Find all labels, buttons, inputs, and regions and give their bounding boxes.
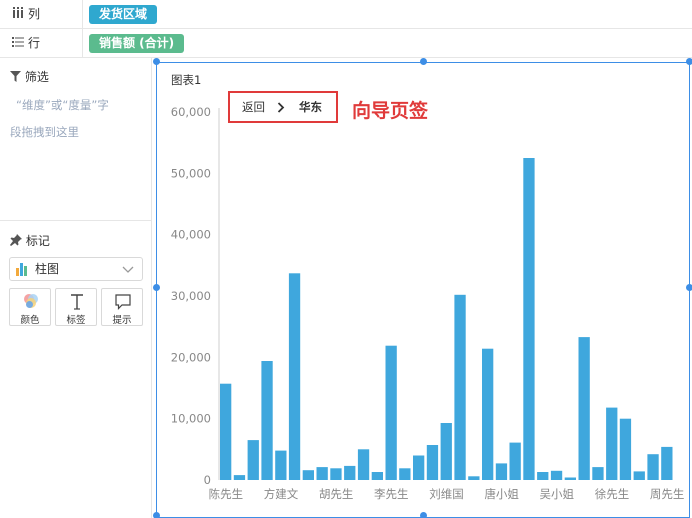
marks-section-title: 标记: [10, 232, 50, 249]
column-bars-icon: [12, 0, 28, 29]
bar: [509, 442, 521, 480]
resize-handle[interactable]: [420, 58, 427, 65]
x-tick-label: 胡先生: [319, 487, 354, 500]
back-link[interactable]: 返回: [242, 93, 265, 121]
tooltip-icon: [115, 294, 131, 310]
bar: [316, 467, 328, 480]
chevron-right-icon: [277, 102, 285, 113]
bar: [550, 470, 563, 480]
text-label-icon: [71, 294, 83, 310]
bar: [247, 440, 259, 480]
filter-funnel-icon: [10, 71, 21, 82]
chevron-down-icon: [122, 266, 134, 273]
bar: [371, 472, 383, 480]
bar-chart-icon: [16, 263, 27, 276]
bar: [564, 477, 576, 480]
bar: [523, 158, 535, 480]
x-tick-label: 徐先生: [595, 487, 630, 500]
filter-section-title: 筛选: [10, 68, 49, 85]
bar: [385, 345, 397, 480]
shelf-divider: [82, 0, 83, 29]
bar: [661, 446, 673, 480]
color-palette-icon: [24, 294, 38, 308]
column-shelf-text: 列: [28, 7, 41, 21]
label-button[interactable]: 标签: [55, 288, 97, 326]
x-tick-label: 唐小姐: [484, 487, 519, 500]
bar: [606, 407, 618, 480]
color-button-label: 颜色: [20, 315, 40, 326]
bar: [440, 423, 452, 480]
left-pane: 筛选 “维度”或“度量”字 段拖拽到这里 标记 柱图 颜色 标签 提示: [0, 58, 152, 518]
row-field-pill[interactable]: 销售额 (合计): [89, 34, 185, 53]
bar: [633, 471, 645, 480]
y-tick-label: 10,000: [171, 412, 211, 426]
pin-icon: [10, 234, 22, 246]
bar: [619, 418, 632, 480]
bar-chart: 0 10,000 20,000 30,000 40,000 50,000 60,000 陈先生…: [171, 105, 685, 500]
bar: [288, 273, 301, 480]
bar: [426, 445, 439, 480]
drill-navigator: 返回 华东: [228, 91, 338, 123]
y-tick-label: 20,000: [171, 350, 211, 364]
y-tick-label: 30,000: [171, 289, 211, 303]
bar: [468, 476, 480, 480]
bar: [399, 468, 411, 480]
bar: [261, 361, 273, 480]
x-tick-label: 李先生: [374, 487, 409, 500]
list-icon: [12, 29, 28, 58]
chart-type-value: 柱图: [35, 262, 60, 276]
bar: [482, 348, 494, 480]
bar: [454, 294, 466, 480]
column-shelf[interactable]: 列 发货区域: [0, 0, 692, 29]
navigator-annotation: 向导页签: [352, 100, 429, 122]
row-shelf-text: 行: [28, 36, 41, 50]
color-button[interactable]: 颜色: [9, 288, 51, 326]
column-field-pill[interactable]: 发货区域: [89, 5, 158, 24]
filter-hint-line2: 段拖拽到这里: [10, 125, 79, 139]
bar: [275, 450, 287, 480]
bar: [578, 337, 590, 480]
bar: [537, 472, 549, 480]
filter-hint-line1: “维度”或“度量”字: [16, 98, 109, 112]
chart-type-select[interactable]: 柱图: [9, 257, 143, 281]
filter-drop-zone[interactable]: “维度”或“度量”字 段拖拽到这里: [10, 92, 145, 146]
bar: [330, 468, 342, 480]
bar: [357, 449, 370, 480]
column-shelf-label: 列: [12, 0, 40, 29]
filter-title-text: 筛选: [24, 70, 49, 84]
bar: [592, 467, 604, 480]
y-tick-label: 40,000: [171, 228, 211, 242]
bar: [344, 465, 356, 480]
bar: [302, 470, 314, 480]
x-tick-label: 陈先生: [209, 487, 244, 500]
chart-title: 图表1: [171, 73, 202, 87]
x-tick-label: 方建文: [264, 487, 299, 500]
x-tick-label: 周先生: [650, 487, 685, 500]
row-shelf[interactable]: 行 销售额 (合计): [0, 29, 692, 58]
x-tick-label: 刘维国: [429, 487, 464, 500]
resize-handle[interactable]: [153, 58, 160, 65]
bar: [495, 463, 508, 480]
bar: [220, 383, 232, 480]
section-divider: [0, 220, 152, 221]
bar: [647, 454, 659, 480]
x-tick-label: 吴小姐: [540, 487, 575, 500]
tooltip-button[interactable]: 提示: [101, 288, 143, 326]
y-tick-label: 60,000: [171, 105, 211, 119]
row-shelf-label: 行: [12, 29, 40, 58]
resize-handle[interactable]: [420, 512, 427, 518]
current-drill-level: 华东: [299, 100, 322, 114]
bar: [413, 455, 425, 480]
y-tick-label: 50,000: [171, 166, 211, 180]
bar: [233, 475, 246, 480]
marks-title-text: 标记: [25, 234, 50, 248]
resize-handle[interactable]: [686, 58, 692, 65]
shelf-divider: [82, 29, 83, 58]
label-button-label: 标签: [66, 315, 86, 326]
resize-handle[interactable]: [153, 512, 160, 518]
y-tick-label: 0: [204, 473, 211, 487]
tooltip-button-label: 提示: [112, 315, 132, 326]
